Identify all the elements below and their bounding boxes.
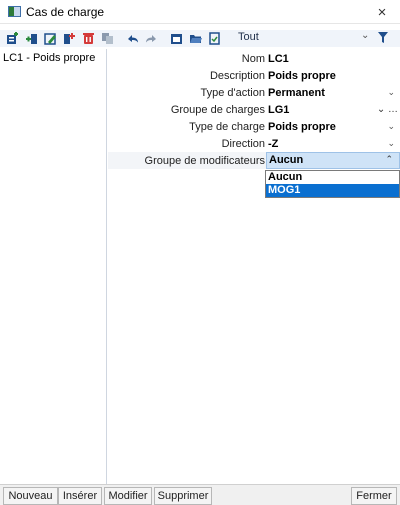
dropdown-option-mog1[interactable]: MOG1 [266, 184, 399, 197]
toolbar: Tout ⌄ [0, 30, 400, 47]
property-row-load-group: Groupe de charges LG1 ⌄ … [108, 101, 400, 118]
folder-open-icon[interactable] [189, 32, 202, 45]
property-row-action-type: Type d'action Permanent ⌄ [108, 84, 400, 101]
property-row-load-type: Type de charge Poids propre ⌄ [108, 118, 400, 135]
chevron-down-icon[interactable]: ⌄ [361, 30, 369, 41]
redo-icon[interactable] [145, 32, 158, 45]
close-button[interactable]: Fermer [351, 487, 397, 505]
property-row-description: Description Poids propre [108, 67, 400, 84]
filter-select[interactable]: Tout [238, 31, 259, 43]
delete-load-case-icon[interactable] [82, 32, 95, 45]
button-bar: Nouveau Insérer Modifier Supprimer Ferme… [0, 484, 400, 505]
modifier-group-dropdown: Aucun MOG1 [265, 170, 400, 198]
insert-load-case-icon[interactable] [25, 32, 38, 45]
title-bar: Cas de charge × [0, 0, 400, 24]
copy-load-case-icon[interactable] [63, 32, 76, 45]
description-field[interactable]: Poids propre [268, 70, 336, 82]
action-type-select[interactable]: Permanent [268, 87, 325, 99]
property-row-direction: Direction -Z ⌄ [108, 135, 400, 152]
property-label: Description [209, 69, 265, 82]
new-button[interactable]: Nouveau [3, 487, 58, 505]
filter-icon[interactable] [378, 32, 388, 44]
load-group-select[interactable]: LG1 [268, 104, 289, 116]
load-type-select[interactable]: Poids propre [268, 121, 336, 133]
new-load-case-icon[interactable] [6, 32, 19, 45]
app-icon [8, 6, 21, 17]
close-window-button[interactable]: × [364, 0, 400, 24]
chevron-down-icon[interactable]: ⌄ [387, 138, 395, 149]
clipboard-icon[interactable] [101, 32, 114, 45]
chevron-down-icon[interactable]: ⌄ [387, 87, 395, 98]
window-title: Cas de charge [26, 4, 105, 19]
name-field[interactable]: LC1 [268, 53, 289, 65]
chevron-up-icon[interactable]: ⌃ [385, 154, 393, 165]
insert-button[interactable]: Insérer [58, 487, 102, 505]
dropdown-option-aucun[interactable]: Aucun [266, 171, 399, 184]
modifier-group-select[interactable]: Aucun ⌃ [266, 152, 400, 169]
load-group-more-button[interactable]: ⌄ … [377, 104, 398, 115]
list-item[interactable]: LC1 - Poids propre [3, 52, 95, 64]
load-case-list: LC1 - Poids propre [0, 49, 107, 484]
property-row-name: Nom LC1 [108, 50, 400, 67]
modifier-group-value: Aucun [269, 154, 304, 166]
undo-icon[interactable] [126, 32, 139, 45]
property-label: Type d'action [200, 86, 265, 99]
modify-button[interactable]: Modifier [104, 487, 152, 505]
table-icon[interactable] [170, 32, 183, 45]
property-label: Groupe de charges [170, 103, 265, 116]
check-document-icon[interactable] [208, 32, 221, 45]
edit-load-case-icon[interactable] [44, 32, 57, 45]
property-label: Groupe de modificateurs [144, 154, 265, 167]
direction-select[interactable]: -Z [268, 138, 278, 150]
property-label: Nom [241, 52, 265, 65]
delete-button[interactable]: Supprimer [154, 487, 212, 505]
property-label: Direction [221, 137, 265, 150]
chevron-down-icon[interactable]: ⌄ [387, 121, 395, 132]
property-label: Type de charge [189, 120, 265, 133]
